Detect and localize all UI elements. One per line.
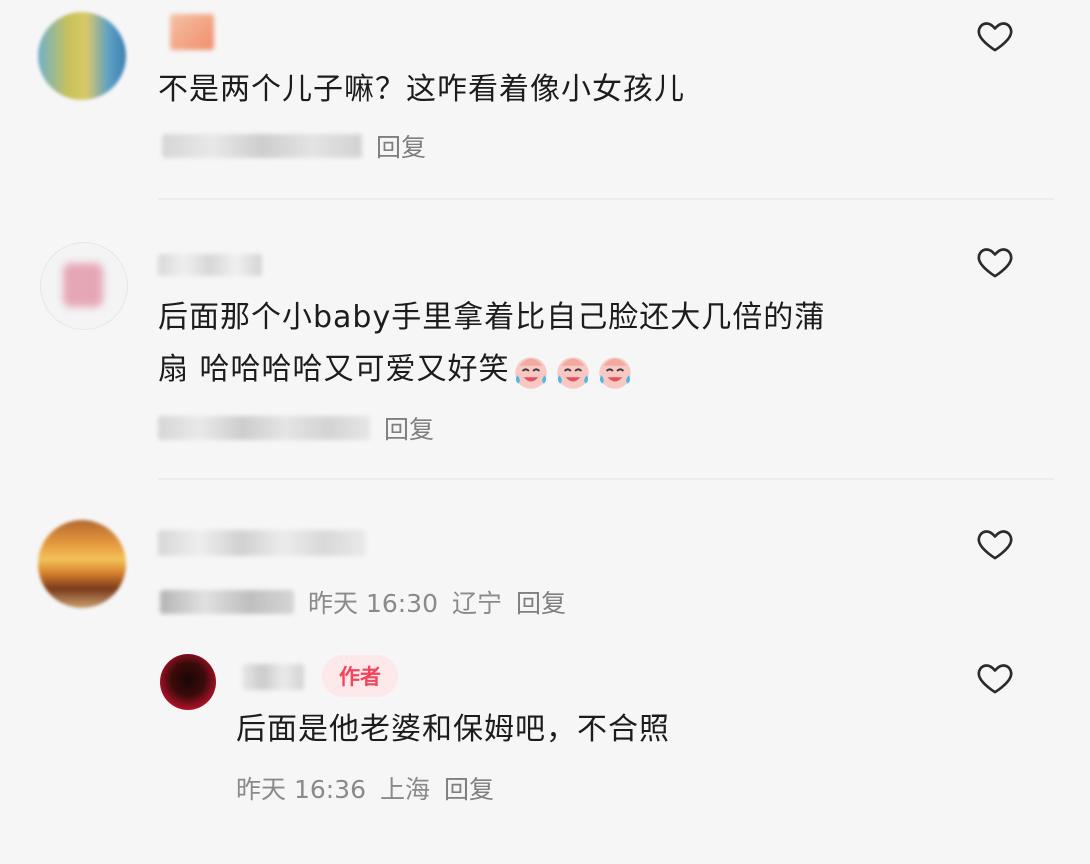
reply-time: 昨天 16:36 [236,775,366,804]
comment-meta: 回复 [162,128,426,164]
comment-location: 辽宁 [452,589,503,618]
reply-button[interactable]: 回复 [516,584,566,620]
crying-laughing-emoji-icon [598,356,631,389]
comment-text-line-2: 扇 哈哈哈哈又可爱又好笑 [158,346,636,394]
username-blurred[interactable] [158,254,262,276]
reply-location: 上海 [380,775,431,804]
heart-outline-icon[interactable] [974,242,1016,282]
heart-outline-icon[interactable] [974,658,1016,698]
comment-text-line-2-text: 扇 哈哈哈哈又可爱又好笑 [158,352,510,387]
username-blurred[interactable] [170,14,214,50]
meta-blurred [158,416,370,440]
crying-laughing-emoji-icon [514,356,547,389]
heart-outline-icon[interactable] [974,524,1016,564]
comment-meta: 回复 [158,410,434,446]
avatar[interactable] [38,12,126,100]
username-blurred[interactable] [242,664,304,690]
username-blurred[interactable] [158,530,366,556]
avatar[interactable] [38,520,126,608]
meta-blurred [160,590,294,614]
reply-meta: 昨天 16:36 上海 回复 [236,770,494,806]
divider [158,198,1054,200]
avatar[interactable] [40,242,128,330]
divider [158,478,1054,480]
meta-blurred [162,134,362,158]
author-badge: 作者 [322,655,398,697]
comment-text-line-1: 后面那个小baby手里拿着比自己脸还大几倍的蒲 [158,300,826,335]
reply-text: 后面是他老婆和保姆吧，不合照 [236,712,670,747]
comment-text: 不是两个儿子嘛？这咋看着像小女孩儿 [158,72,685,107]
reply-button[interactable]: 回复 [444,770,494,806]
comment-meta: 昨天 16:30 辽宁 回复 [160,584,566,620]
comment-time: 昨天 16:30 [308,589,438,618]
reply-button[interactable]: 回复 [376,128,426,164]
crying-laughing-emoji-icon [556,356,589,389]
reply-button[interactable]: 回复 [384,410,434,446]
heart-outline-icon[interactable] [974,16,1016,56]
avatar[interactable] [160,654,216,710]
